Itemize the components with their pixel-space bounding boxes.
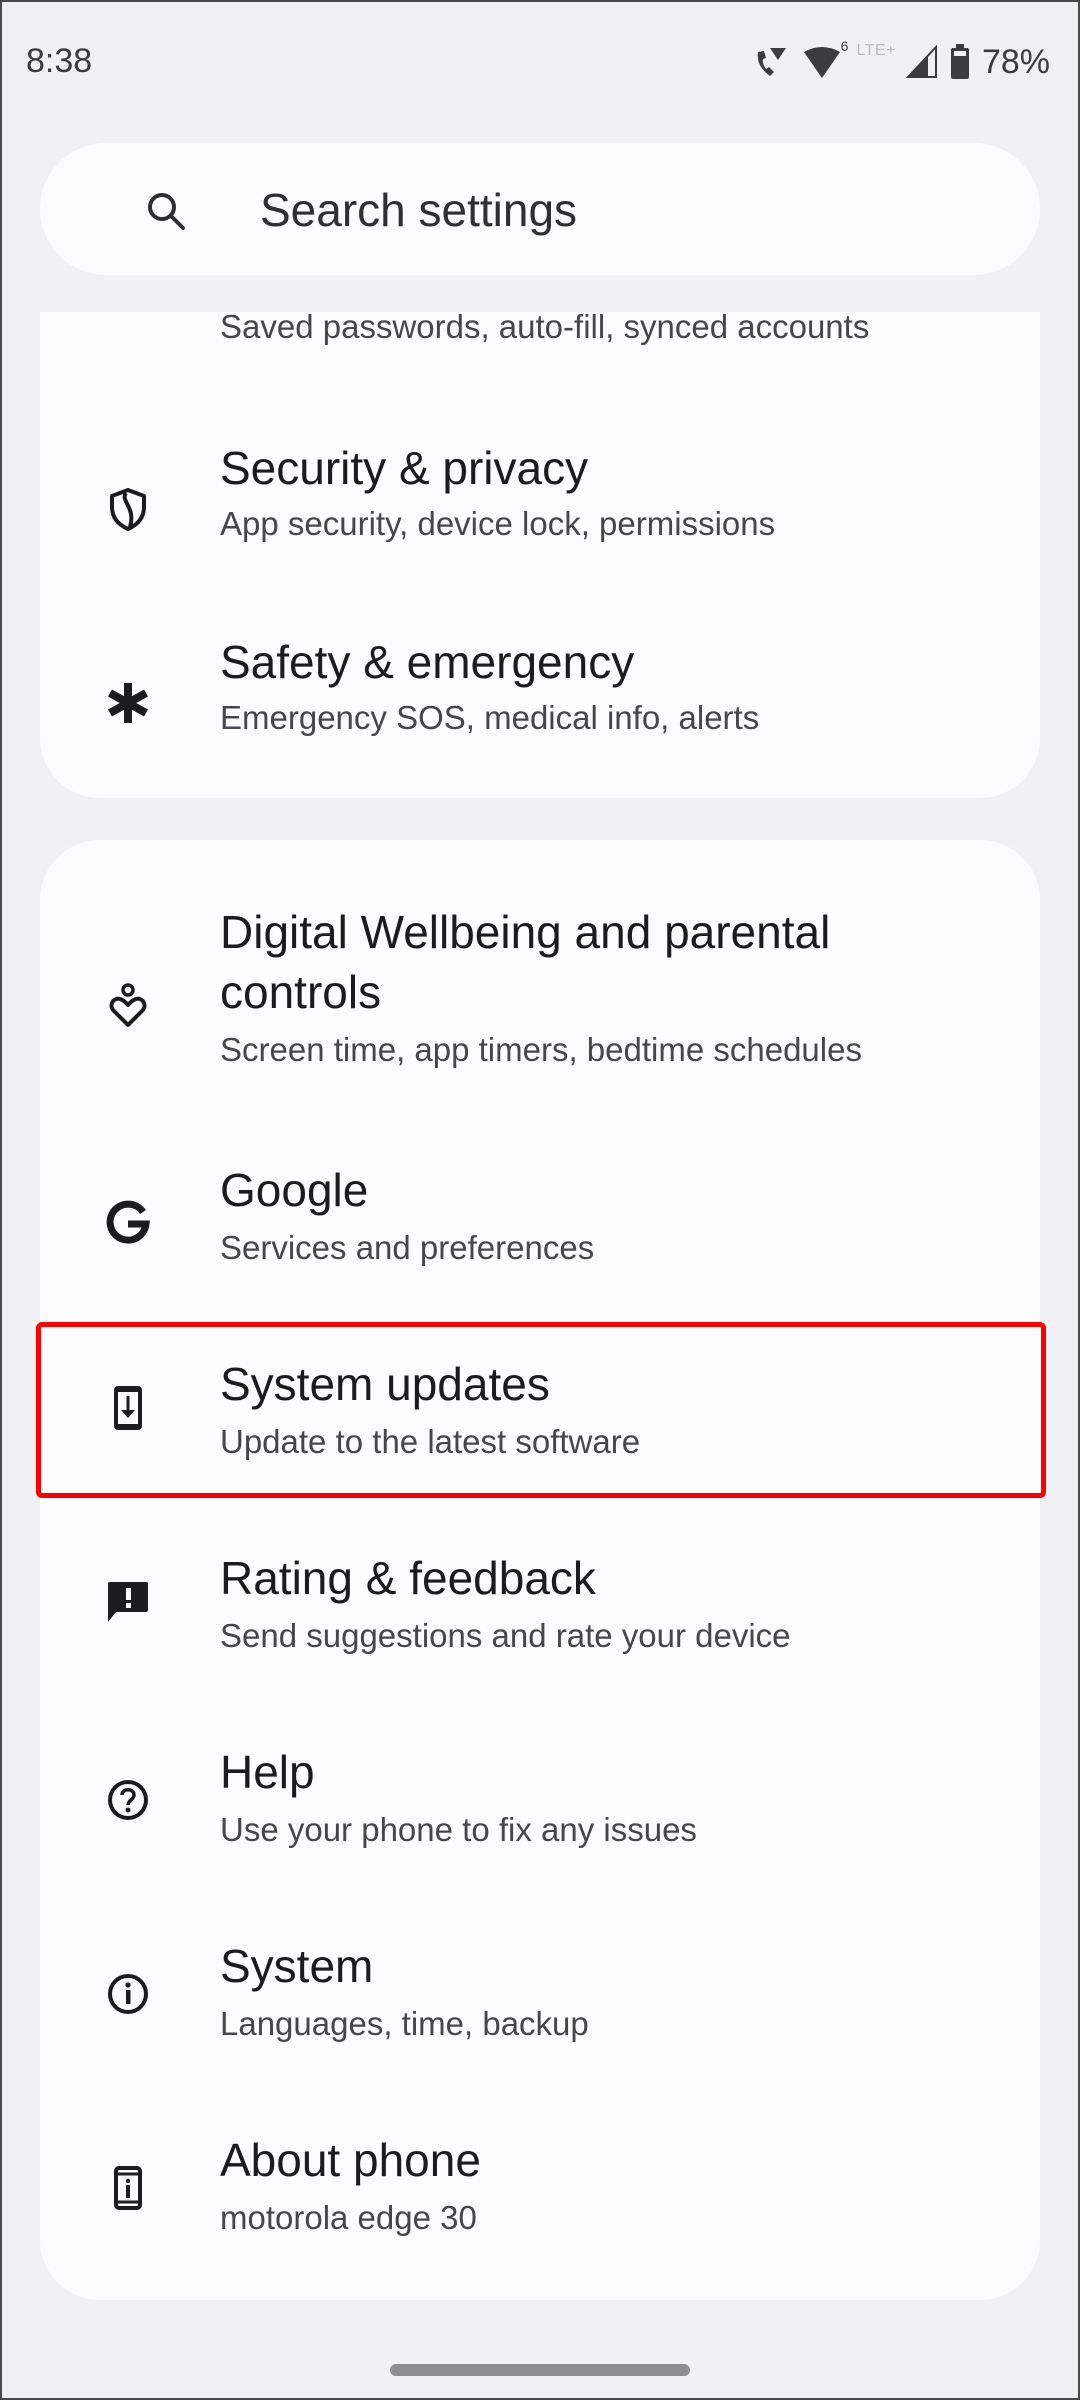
- list-item-title: System: [220, 1940, 374, 1992]
- list-item-digital-wellbeing[interactable]: Digital Wellbeing and parental controls …: [40, 880, 1040, 1120]
- list-item-subtitle: App security, device lock, permissions: [220, 505, 776, 542]
- search-bar[interactable]: Search settings: [40, 143, 1040, 275]
- list-item-title-line2: controls: [220, 966, 382, 1018]
- wellbeing-heart-icon: [106, 983, 150, 1027]
- search-input[interactable]: Search settings: [260, 183, 577, 237]
- list-item-subtitle: Emergency SOS, medical info, alerts: [220, 699, 760, 736]
- status-time: 8:38: [26, 42, 93, 80]
- list-item-system-updates[interactable]: System updates Update to the latest soft…: [40, 1324, 1040, 1496]
- settings-card-1: Saved passwords, auto-fill, synced accou…: [40, 312, 1040, 798]
- list-item-subtitle: Update to the latest software: [220, 1423, 641, 1460]
- list-item-title: Security & privacy: [220, 442, 589, 494]
- cell-signal-icon: [905, 45, 940, 79]
- list-item-subtitle: Saved passwords, auto-fill, synced accou…: [220, 312, 870, 345]
- battery-percent: 78%: [981, 42, 1050, 81]
- about-phone-icon: [106, 2166, 150, 2210]
- list-item-help[interactable]: Help Use your phone to fix any issues: [40, 1712, 1040, 1902]
- lte-plus-indicator: LTE+: [856, 42, 896, 59]
- list-item-about-phone[interactable]: About phone motorola edge 30: [40, 2100, 1040, 2290]
- list-item-title: Digital Wellbeing and parental: [220, 906, 831, 958]
- list-item-system[interactable]: System Languages, time, backup: [40, 1906, 1040, 2096]
- asterisk-medical-icon: [106, 681, 150, 725]
- passwords-accounts-icon: [106, 312, 150, 316]
- wifi-6-icon: 6: [802, 38, 848, 82]
- list-item-security-privacy[interactable]: Security & privacy App security, device …: [40, 412, 1040, 602]
- list-item-subtitle: motorola edge 30: [220, 2199, 477, 2236]
- list-item-subtitle: Use your phone to fix any issues: [220, 1811, 697, 1848]
- system-update-icon: [106, 1386, 150, 1430]
- feedback-icon: [106, 1580, 150, 1624]
- list-item-google[interactable]: Google Services and preferences: [40, 1130, 1040, 1320]
- settings-card-2: Digital Wellbeing and parental controls …: [40, 840, 1040, 2300]
- list-item-title: Rating & feedback: [220, 1552, 596, 1604]
- shield-icon: [106, 487, 150, 531]
- list-item-subtitle: Services and preferences: [220, 1229, 595, 1266]
- status-icons: 6 LTE+ 78%: [752, 38, 1050, 84]
- list-item-title: Help: [220, 1746, 315, 1798]
- list-item-safety-emergency[interactable]: Safety & emergency Emergency SOS, medica…: [40, 606, 1040, 796]
- help-icon: [106, 1778, 150, 1822]
- list-item-title: About phone: [220, 2134, 481, 2186]
- list-item-rating-feedback[interactable]: Rating & feedback Send suggestions and r…: [40, 1518, 1040, 1708]
- list-item-title: System updates: [220, 1358, 550, 1410]
- list-item-subtitle: Languages, time, backup: [220, 2005, 589, 2042]
- search-icon: [144, 189, 188, 233]
- battery-icon: [950, 44, 970, 80]
- home-gesture-bar[interactable]: [390, 2364, 690, 2376]
- info-icon: [106, 1972, 150, 2016]
- list-item-subtitle: Send suggestions and rate your device: [220, 1617, 791, 1654]
- google-g-icon: [106, 1200, 150, 1244]
- list-item-subtitle: Screen time, app timers, bedtime schedul…: [220, 1031, 862, 1068]
- wifi-6-badge: 6: [840, 38, 849, 54]
- list-item-title: Safety & emergency: [220, 636, 635, 688]
- wifi-calling-icon: [752, 42, 792, 82]
- list-item-title: Google: [220, 1164, 369, 1216]
- list-item-passwords-accounts[interactable]: Saved passwords, auto-fill, synced accou…: [40, 312, 1040, 382]
